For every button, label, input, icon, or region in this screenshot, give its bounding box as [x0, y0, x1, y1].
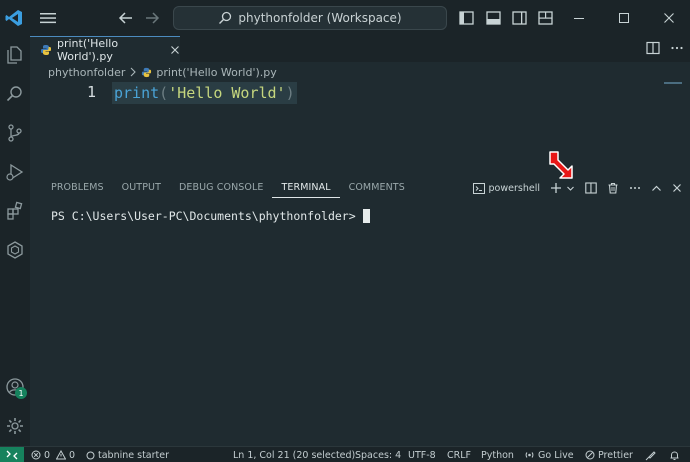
- notifications-bell-icon[interactable]: [669, 447, 680, 462]
- forward-arrow-icon[interactable]: [143, 9, 161, 27]
- warning-count: 0: [69, 449, 76, 461]
- error-icon: [31, 450, 41, 460]
- warning-icon: [56, 450, 67, 460]
- code-open-paren: (: [159, 84, 169, 102]
- editor-tab-label: print('Hello World').py: [57, 36, 119, 63]
- python-file-icon: [40, 44, 52, 56]
- search-label: phythonfolder (Workspace): [238, 11, 402, 25]
- close-tab-icon[interactable]: [170, 45, 180, 55]
- source-control-icon[interactable]: [4, 122, 26, 144]
- more-actions-icon[interactable]: [670, 41, 684, 55]
- toggle-primary-sidebar-icon[interactable]: [457, 9, 475, 27]
- editor-tab-active[interactable]: print('Hello World').py: [30, 36, 180, 63]
- prettier-status[interactable]: Prettier: [585, 447, 633, 462]
- remote-indicator-icon[interactable]: [0, 447, 24, 462]
- prettier-icon: [585, 450, 595, 460]
- code-keyword: print: [114, 84, 160, 102]
- minimize-icon[interactable]: [570, 9, 588, 27]
- terminal-prompt: PS C:\Users\User-PC\Documents\phythonfol…: [51, 209, 356, 223]
- annotation-arrow-icon: [546, 150, 576, 183]
- tab-debug-console[interactable]: DEBUG CONSOLE: [170, 176, 273, 198]
- chevron-down-icon[interactable]: [566, 184, 575, 193]
- breadcrumb-file[interactable]: print('Hello World').py: [156, 66, 276, 79]
- cursor-position[interactable]: Ln 1, Col 21 (20 selected): [233, 447, 355, 462]
- feedback-icon[interactable]: [645, 447, 656, 462]
- explorer-icon[interactable]: [4, 44, 26, 66]
- search-icon: [219, 11, 232, 24]
- terminal-output[interactable]: PS C:\Users\User-PC\Documents\phythonfol…: [51, 209, 370, 223]
- end-of-line[interactable]: CRLF: [447, 447, 471, 462]
- language-mode[interactable]: Python: [481, 447, 514, 462]
- tab-comments[interactable]: COMMENTS: [340, 176, 414, 198]
- indentation[interactable]: Spaces: 4: [355, 447, 401, 462]
- python-file-icon: [141, 67, 152, 78]
- search-icon[interactable]: [4, 83, 26, 105]
- accounts-badge: 1: [15, 387, 27, 399]
- maximize-icon[interactable]: [615, 9, 633, 27]
- go-live-button[interactable]: Go Live: [524, 447, 574, 462]
- maximize-panel-chevron-up-icon[interactable]: [651, 183, 662, 194]
- trash-icon[interactable]: [607, 182, 619, 194]
- split-terminal-icon[interactable]: [585, 182, 597, 194]
- error-count: 0: [44, 449, 51, 461]
- shell-label: powershell: [488, 182, 540, 194]
- command-center-search[interactable]: phythonfolder (Workspace): [173, 6, 447, 30]
- terminal-icon: [472, 182, 485, 194]
- run-debug-icon[interactable]: [4, 161, 26, 183]
- panel-actions: powershell: [472, 178, 682, 198]
- close-panel-icon[interactable]: [672, 183, 682, 193]
- terminal-shell-selector[interactable]: powershell: [472, 182, 540, 194]
- activity-bar: 1: [0, 36, 30, 446]
- toggle-panel-icon[interactable]: [484, 9, 502, 27]
- status-bar: 0 0 tabnine starter Ln 1, Col 21 (20 sel…: [0, 446, 690, 462]
- breadcrumb: phythonfolder print('Hello World').py: [48, 64, 277, 80]
- tab-terminal[interactable]: TERMINAL: [272, 176, 340, 198]
- manage-gear-icon[interactable]: [4, 415, 26, 437]
- menu-icon[interactable]: [38, 9, 58, 27]
- code-close-paren: ): [285, 84, 295, 102]
- chevron-right-icon: [129, 67, 137, 77]
- close-window-icon[interactable]: [660, 9, 678, 27]
- tabnine-label: tabnine starter: [98, 449, 169, 461]
- more-actions-icon[interactable]: [629, 182, 641, 194]
- code-line[interactable]: print('Hello World'): [112, 82, 297, 104]
- broadcast-icon: [525, 452, 534, 458]
- minimap[interactable]: [664, 82, 682, 84]
- encoding[interactable]: UTF-8: [408, 447, 436, 462]
- toggle-secondary-sidebar-icon[interactable]: [510, 9, 528, 27]
- code-string: 'Hello World': [168, 84, 286, 102]
- prettier-label: Prettier: [598, 449, 633, 461]
- split-editor-icon[interactable]: [646, 41, 660, 55]
- language-label: Python: [481, 449, 514, 461]
- editor-tabs: print('Hello World').py: [30, 36, 690, 63]
- title-bar: phythonfolder (Workspace): [0, 0, 690, 36]
- back-arrow-icon[interactable]: [117, 9, 135, 27]
- new-terminal-plus-icon[interactable]: [550, 182, 562, 194]
- tabnine-status[interactable]: tabnine starter: [86, 447, 169, 462]
- bottom-panel: PROBLEMS OUTPUT DEBUG CONSOLE TERMINAL C…: [30, 176, 690, 446]
- terminal-cursor: [362, 209, 370, 223]
- extensions-icon[interactable]: [4, 200, 26, 222]
- go-live-label: Go Live: [538, 449, 574, 461]
- tabnine-icon: [86, 451, 95, 459]
- tab-output[interactable]: OUTPUT: [113, 176, 170, 198]
- problems-indicator[interactable]: 0 0: [31, 447, 75, 462]
- panel-tabs: PROBLEMS OUTPUT DEBUG CONSOLE TERMINAL C…: [30, 176, 414, 198]
- remote-explorer-icon[interactable]: [4, 239, 26, 261]
- vscode-logo-icon: [4, 8, 24, 28]
- breadcrumb-folder[interactable]: phythonfolder: [48, 66, 125, 79]
- line-number: 1: [86, 83, 96, 101]
- customize-layout-icon[interactable]: [536, 9, 554, 27]
- tab-problems[interactable]: PROBLEMS: [30, 176, 113, 198]
